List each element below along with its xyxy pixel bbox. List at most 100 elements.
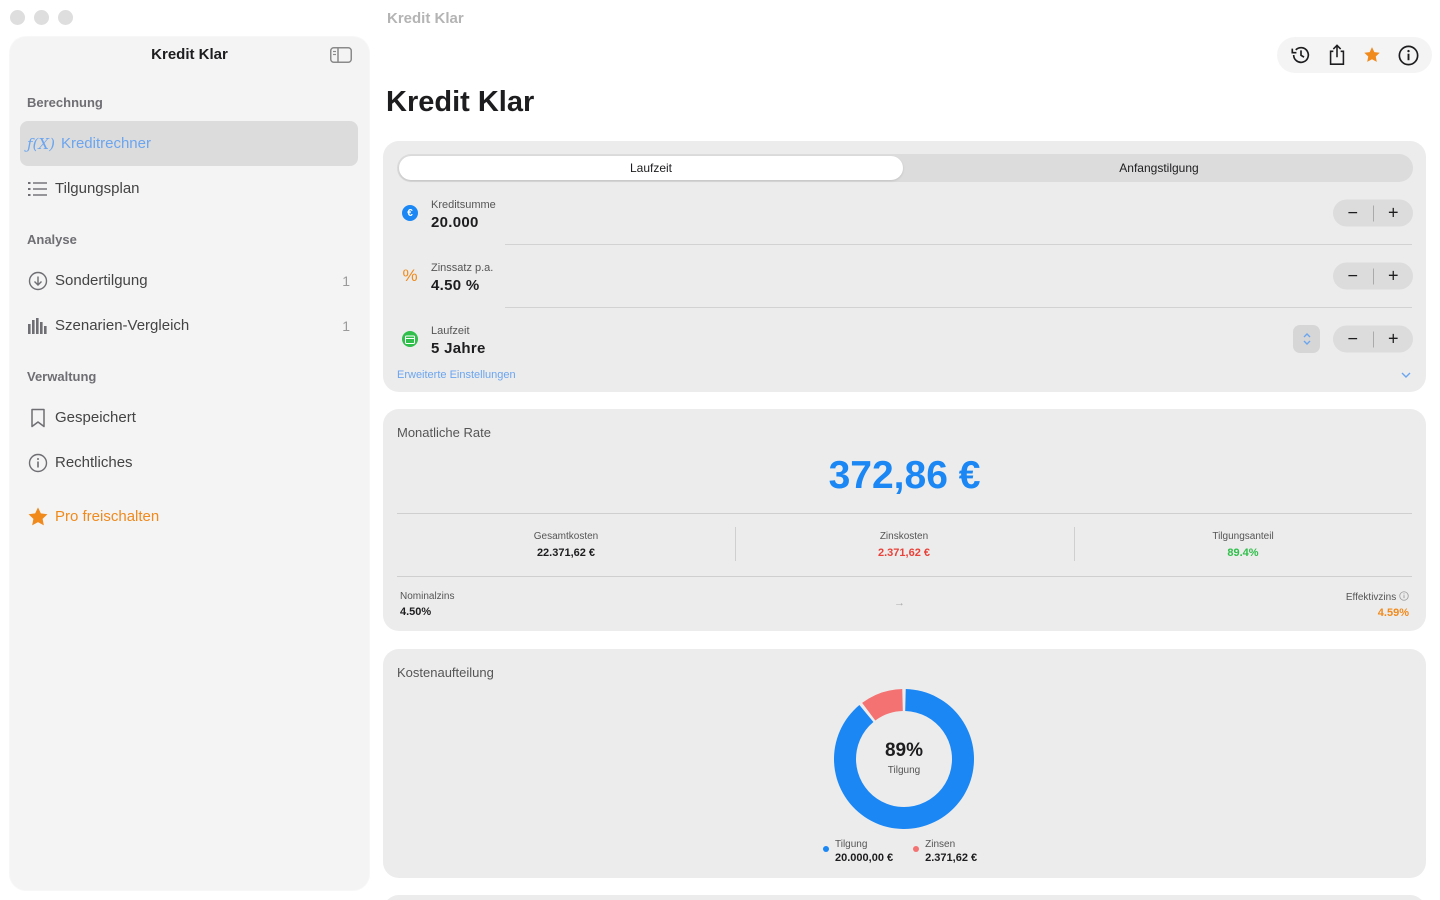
divider: [397, 513, 1412, 514]
sidebar-item-sondertilgung[interactable]: Sondertilgung 1: [20, 258, 358, 303]
next-card: [383, 895, 1426, 900]
segment-laufzeit[interactable]: Laufzeit: [399, 156, 903, 180]
kreditsumme-value[interactable]: 20.000: [431, 214, 479, 231]
stat-tilgungsanteil: Tilgungsanteil 89.4%: [1074, 531, 1412, 559]
info-circle-icon: [27, 452, 49, 474]
effektivzins-label: Effektivzins: [1346, 591, 1409, 603]
chevron-up-down-icon: [1303, 333, 1310, 345]
window-title: Kredit Klar: [387, 10, 464, 27]
history-icon[interactable]: [1289, 43, 1313, 67]
zinssatz-row: % Zinssatz p.a. 4.50 % − +: [397, 246, 1413, 306]
stat-value: 2.371,62 €: [878, 547, 930, 559]
section-label-berechnung: Berechnung: [27, 95, 103, 110]
decrement-button[interactable]: −: [1333, 200, 1373, 227]
advanced-settings-link[interactable]: Erweiterte Einstellungen: [397, 369, 516, 381]
star-icon[interactable]: [1360, 43, 1384, 67]
sidebar-item-rechtliches[interactable]: Rechtliches: [20, 440, 358, 485]
nominalzins-label: Nominalzins: [400, 591, 455, 602]
zinssatz-label: Zinssatz p.a.: [431, 262, 494, 274]
info-icon[interactable]: [1396, 43, 1420, 67]
divider: [397, 576, 1412, 577]
info-icon[interactable]: [1399, 591, 1409, 601]
legend-label: Zinsen: [925, 839, 956, 850]
laufzeit-picker-button[interactable]: [1293, 325, 1320, 353]
stat-label: Gesamtkosten: [533, 531, 599, 542]
calendar-icon: [402, 331, 418, 347]
item-count-badge: 1: [342, 317, 350, 334]
increment-button[interactable]: +: [1374, 263, 1414, 290]
sidebar-toggle-icon[interactable]: [330, 47, 352, 63]
sidebar-item-kreditrechner[interactable]: ƒ(X) Kreditrechner: [20, 121, 358, 166]
nominalzins: Nominalzins 4.50%: [400, 591, 454, 618]
function-icon: ƒ(X): [27, 134, 55, 153]
legend-label: Tilgung: [835, 839, 868, 850]
legend-dot: [913, 846, 920, 852]
cost-breakdown-card: Kostenaufteilung 89% Tilgung Tilgung 20.…: [383, 649, 1426, 878]
stat-label: Tilgungsanteil: [1212, 531, 1274, 542]
decrement-button[interactable]: −: [1333, 326, 1373, 353]
legend-item-zinsen: Zinsen 2.371,62 €: [913, 839, 977, 864]
sidebar-item-label: Gespeichert: [55, 409, 136, 426]
euro-icon: €: [402, 205, 418, 221]
decrement-button[interactable]: −: [1333, 263, 1373, 290]
laufzeit-label: Laufzeit: [431, 325, 470, 337]
donut-center-label: Tilgung: [887, 765, 921, 776]
effektivzins-value: 4.59%: [1377, 607, 1409, 619]
sidebar: Kredit Klar Berechnung ƒ(X) Kreditrechne…: [10, 37, 369, 890]
zinssatz-stepper: − +: [1333, 262, 1414, 290]
stat-label: Zinskosten: [879, 531, 929, 542]
nominalzins-value: 4.50%: [400, 606, 432, 618]
section-label-verwaltung: Verwaltung: [27, 369, 97, 384]
sidebar-title: Kredit Klar: [151, 46, 228, 63]
increment-button[interactable]: +: [1374, 200, 1414, 227]
section-label-analyse: Analyse: [27, 232, 77, 247]
kreditsumme-label: Kreditsumme: [431, 199, 496, 211]
bookmark-icon: [27, 407, 49, 429]
cost-breakdown-label: Kostenaufteilung: [397, 665, 494, 680]
donut-center: 89% Tilgung: [824, 740, 984, 776]
sidebar-item-pro-freischalten[interactable]: Pro freischalten: [20, 494, 358, 539]
item-count-badge: 1: [342, 272, 350, 289]
share-icon[interactable]: [1325, 43, 1349, 67]
page-title: Kredit Klar: [386, 86, 535, 118]
zoom-window-button[interactable]: [58, 10, 73, 25]
monthly-rate-card: Monatliche Rate 372,86 € Gesamtkosten 22…: [383, 409, 1426, 631]
legend-item-tilgung: Tilgung 20.000,00 €: [823, 839, 893, 864]
sidebar-item-label: Kreditrechner: [60, 135, 151, 152]
effektivzins: Effektivzins 4.59%: [1346, 591, 1409, 619]
close-window-button[interactable]: [10, 10, 25, 25]
row-divider: [505, 244, 1412, 245]
input-card: Laufzeit Anfangstilgung € Kreditsumme 20…: [383, 141, 1426, 392]
stat-value: 89.4%: [1227, 547, 1259, 559]
star-icon: [27, 506, 49, 528]
donut-center-value: 89%: [884, 740, 924, 761]
stat-gesamtkosten: Gesamtkosten 22.371,62 €: [397, 531, 735, 559]
toolbar: [1277, 37, 1432, 73]
legend-value: 20.000,00 €: [835, 852, 894, 864]
monthly-rate-value: 372,86 €: [828, 454, 981, 497]
row-divider: [505, 307, 1412, 308]
sidebar-item-tilgungsplan[interactable]: Tilgungsplan: [20, 166, 358, 211]
sidebar-item-label: Sondertilgung: [55, 272, 148, 289]
mode-segmented-control: Laufzeit Anfangstilgung: [397, 154, 1413, 182]
percent-icon: %: [402, 266, 418, 285]
sidebar-item-label: Tilgungsplan: [55, 180, 140, 197]
sidebar-item-szenarien-vergleich[interactable]: Szenarien-Vergleich 1: [20, 303, 358, 348]
sidebar-item-gespeichert[interactable]: Gespeichert: [20, 395, 358, 440]
laufzeit-stepper: − +: [1333, 325, 1414, 353]
zinssatz-value[interactable]: 4.50 %: [431, 277, 480, 294]
laufzeit-row: Laufzeit 5 Jahre − +: [397, 309, 1413, 369]
kreditsumme-stepper: − +: [1333, 199, 1414, 227]
chevron-down-icon[interactable]: [1400, 369, 1412, 381]
stat-value: 22.371,62 €: [536, 547, 596, 559]
bar-chart-icon: [27, 315, 49, 337]
sidebar-item-label: Szenarien-Vergleich: [55, 317, 190, 334]
chart-legend: Tilgung 20.000,00 € Zinsen 2.371,62 €: [823, 839, 977, 864]
list-icon: [27, 178, 49, 200]
sidebar-item-label: Rechtliches: [55, 454, 133, 471]
monthly-rate-label: Monatliche Rate: [397, 425, 491, 440]
increment-button[interactable]: +: [1374, 326, 1414, 353]
minimize-window-button[interactable]: [34, 10, 49, 25]
segment-anfangstilgung[interactable]: Anfangstilgung: [907, 156, 1411, 180]
laufzeit-value[interactable]: 5 Jahre: [431, 340, 486, 357]
